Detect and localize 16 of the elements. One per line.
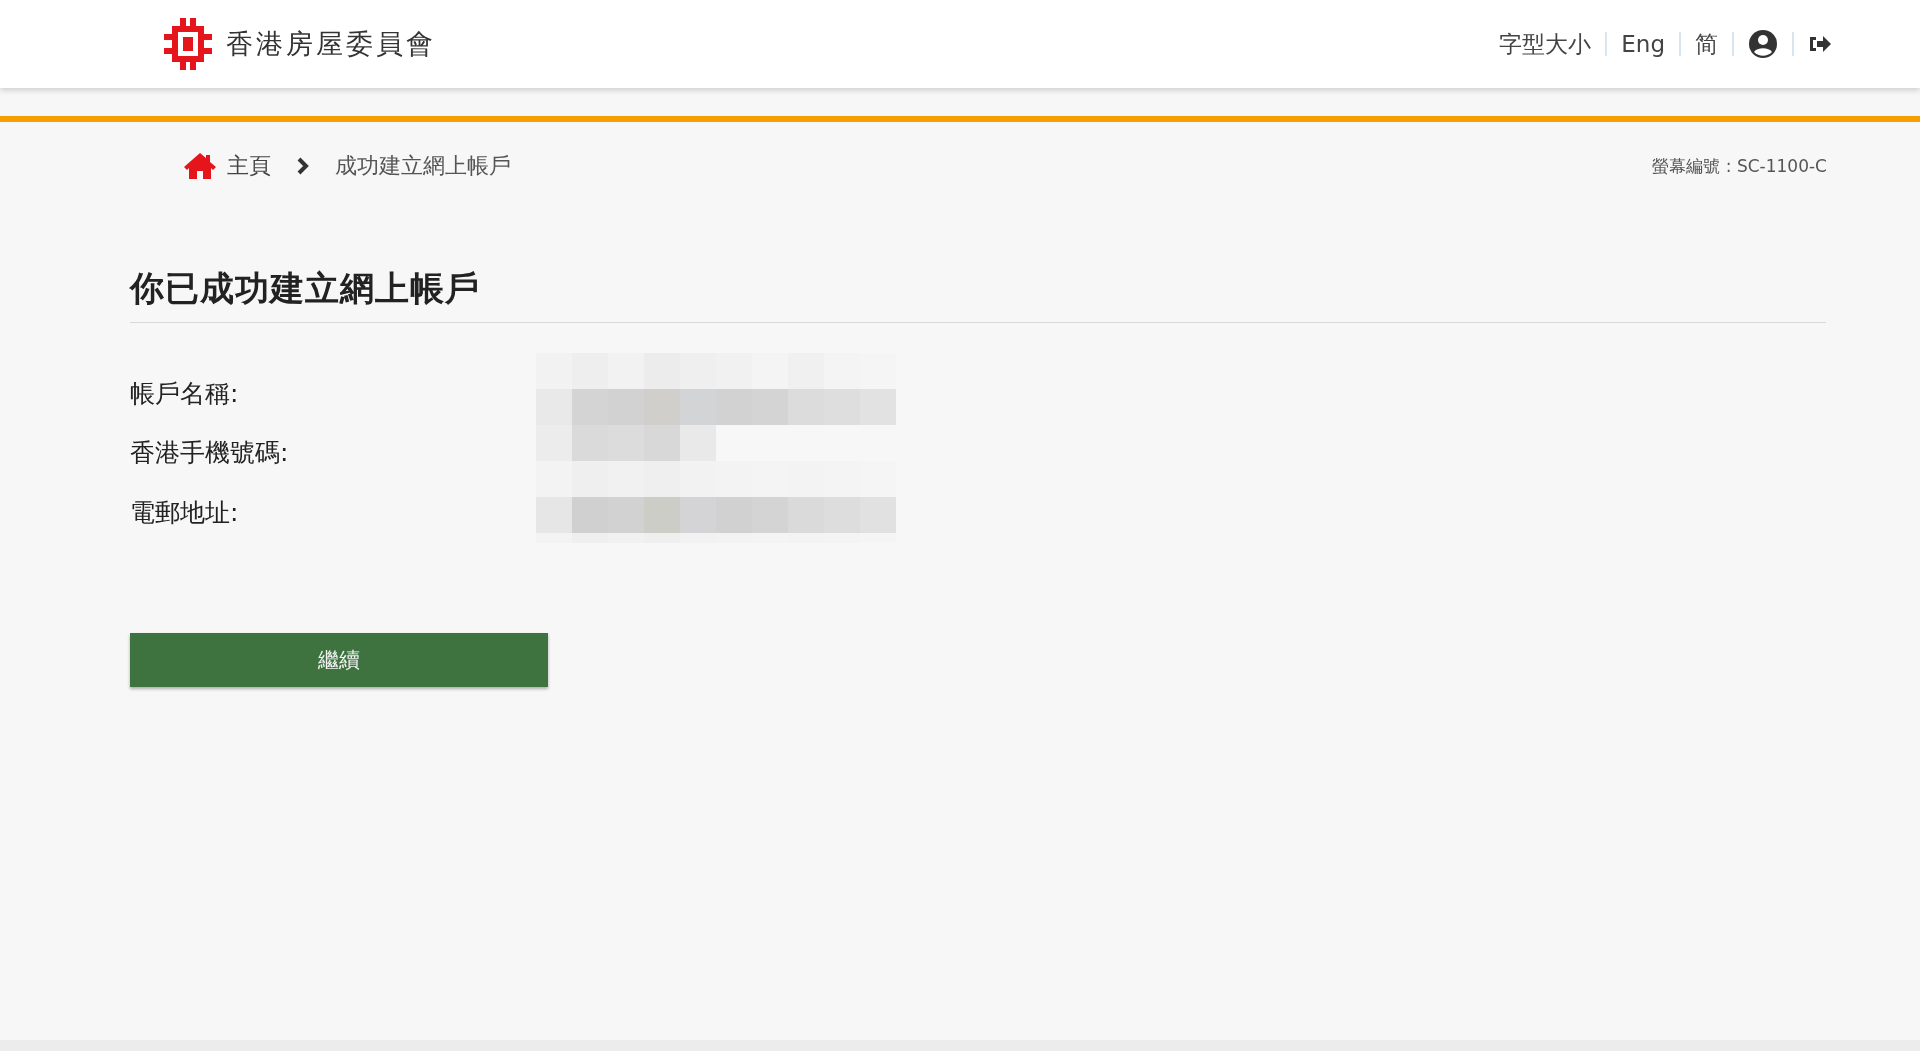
header-link[interactable]: 字型大小 bbox=[1499, 28, 1592, 60]
field-label: 香港手機號碼: bbox=[130, 437, 290, 470]
logo-text: 香港房屋委員會 bbox=[226, 27, 436, 61]
continue-button[interactable]: 繼續 bbox=[130, 633, 548, 687]
page-title: 你已成功建立網上帳戶 bbox=[130, 266, 1826, 323]
chevron-right-icon bbox=[297, 157, 309, 175]
header-link[interactable]: 简 bbox=[1695, 28, 1718, 60]
breadcrumb-home-link[interactable]: 主頁 bbox=[227, 151, 271, 181]
screen-id: 螢幕編號 : SC-1100-C bbox=[1652, 154, 1827, 178]
header-link[interactable]: Eng bbox=[1621, 31, 1665, 57]
field-label: 電郵地址: bbox=[130, 496, 240, 529]
home-icon[interactable] bbox=[183, 152, 217, 180]
logout-icon[interactable] bbox=[1808, 34, 1832, 54]
breadcrumb-current: 成功建立網上帳戶 bbox=[335, 152, 511, 180]
field-label: 帳戶名稱: bbox=[130, 378, 240, 410]
user-icon[interactable] bbox=[1748, 29, 1778, 59]
